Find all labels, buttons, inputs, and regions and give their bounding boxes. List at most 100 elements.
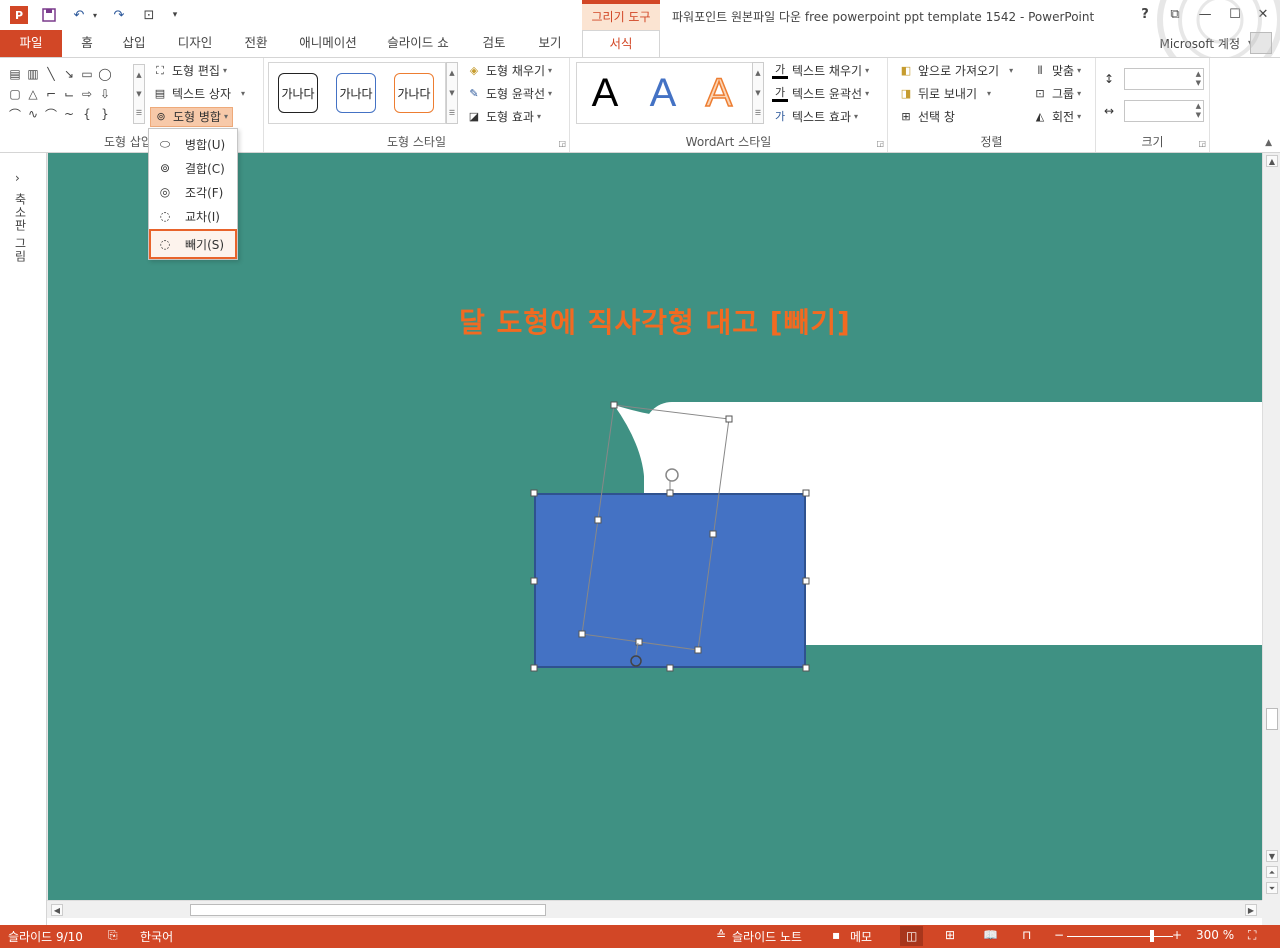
next-slide-icon[interactable]: ⏷ bbox=[1266, 882, 1278, 894]
shape-fill-button[interactable]: ◈ 도형 채우기 ▾ bbox=[466, 61, 552, 81]
merge-fragment-item[interactable]: ◎ 조각(F) bbox=[151, 181, 235, 203]
zoom-slider[interactable] bbox=[1067, 936, 1173, 937]
fit-to-window-icon[interactable]: ⛶ bbox=[1248, 928, 1256, 943]
zoom-level[interactable]: 300 % bbox=[1196, 928, 1234, 942]
right-arrow-shape-icon[interactable]: ⇨ bbox=[78, 84, 96, 104]
merge-combine-item[interactable]: ⊚ 결합(C) bbox=[151, 157, 235, 179]
scribble-shape-icon[interactable]: ∿ bbox=[24, 104, 42, 124]
comments-icon[interactable]: ▪ bbox=[832, 928, 840, 942]
redo-icon[interactable]: ↷ bbox=[110, 6, 128, 24]
tab-review[interactable]: 검토 bbox=[472, 30, 516, 57]
edit-shape-button[interactable]: ⛶ 도형 편집 ▾ bbox=[152, 61, 227, 81]
scroll-right-icon[interactable]: ▶ bbox=[1245, 904, 1257, 916]
slide-counter[interactable]: 슬라이드 9/10 bbox=[8, 928, 83, 945]
chevron-up-icon[interactable]: ▲ bbox=[136, 71, 141, 79]
customize-qat-icon[interactable]: ▾ bbox=[166, 6, 184, 24]
vertical-textbox-shape-icon[interactable]: ▥ bbox=[24, 64, 42, 84]
tab-format[interactable]: 서식 bbox=[582, 30, 660, 58]
vertical-scrollbar[interactable]: ▲ ▼ ⏶ ⏷ bbox=[1262, 153, 1280, 900]
more-icon[interactable]: ☰ bbox=[755, 109, 761, 117]
tab-view[interactable]: 보기 bbox=[528, 30, 572, 57]
dialog-launcher-icon[interactable]: ◲ bbox=[558, 139, 566, 148]
elbow-arrow-shape-icon[interactable]: ⌙ bbox=[60, 84, 78, 104]
tab-insert[interactable]: 삽입 bbox=[112, 30, 156, 57]
zoom-in-icon[interactable]: + bbox=[1172, 928, 1182, 942]
spin-icon[interactable]: ▲ ▼ bbox=[1196, 102, 1201, 120]
elbow-connector-shape-icon[interactable]: ⌐ bbox=[42, 84, 60, 104]
shape-width-input[interactable]: ▲ ▼ bbox=[1124, 100, 1204, 122]
chevron-up-icon[interactable]: ▲ bbox=[449, 69, 454, 77]
scroll-up-icon[interactable]: ▲ bbox=[1266, 155, 1278, 167]
horizontal-scroll-thumb[interactable] bbox=[190, 904, 546, 916]
shapes-gallery[interactable]: ▤ ▥ ╲ ↘ ▭ ◯ ▢ △ ⌐ ⌙ ⇨ ⇩ ⌒ ∿ ⌒ ~ { } bbox=[6, 64, 132, 124]
chevron-down-icon[interactable]: ▼ bbox=[755, 89, 760, 97]
scroll-left-icon[interactable]: ◀ bbox=[51, 904, 63, 916]
shape-effects-button[interactable]: ◪ 도형 효과 ▾ bbox=[466, 107, 541, 127]
language-indicator[interactable]: 한국어 bbox=[140, 928, 173, 945]
tab-design[interactable]: 디자인 bbox=[168, 30, 222, 57]
slideshow-view-icon[interactable]: ⊓ bbox=[1022, 928, 1031, 942]
shape-style-preset-3[interactable]: 가나다 bbox=[394, 73, 434, 113]
wordart-preset-blue[interactable]: A bbox=[638, 68, 688, 118]
reading-view-icon[interactable]: 📖 bbox=[983, 928, 998, 942]
group-button[interactable]: ⊡ 그룹 ▾ bbox=[1032, 84, 1081, 104]
vertical-scroll-thumb[interactable] bbox=[1266, 708, 1278, 730]
right-brace-shape-icon[interactable]: } bbox=[96, 104, 114, 124]
merge-union-item[interactable]: ⬭ 병합(U) bbox=[151, 133, 235, 155]
slideshow-start-icon[interactable]: ⊡ bbox=[140, 6, 158, 24]
spelling-check-icon[interactable]: ⎘ bbox=[108, 928, 118, 943]
shape-height-input[interactable]: ▲ ▼ bbox=[1124, 68, 1204, 90]
scroll-down-icon[interactable]: ▼ bbox=[1266, 850, 1278, 862]
undo-dropdown-icon[interactable]: ▾ bbox=[86, 6, 104, 24]
zoom-slider-knob[interactable] bbox=[1150, 930, 1154, 942]
line-shape-icon[interactable]: ╲ bbox=[42, 64, 60, 84]
triangle-shape-icon[interactable]: △ bbox=[24, 84, 42, 104]
shape-style-preset-1[interactable]: 가나다 bbox=[278, 73, 318, 113]
arrow-line-shape-icon[interactable]: ↘ bbox=[60, 64, 78, 84]
text-box-button[interactable]: ▤ 텍스트 상자 ▾ bbox=[152, 84, 245, 104]
merge-intersect-item[interactable]: ◌ 교차(I) bbox=[151, 205, 235, 227]
horizontal-scrollbar[interactable]: ◀ ▶ bbox=[47, 900, 1262, 918]
align-button[interactable]: ⫴ 맞춤 ▾ bbox=[1032, 61, 1081, 81]
chevron-down-icon[interactable]: ▼ bbox=[136, 90, 141, 98]
textbox-shape-icon[interactable]: ▤ bbox=[6, 64, 24, 84]
tab-slideshow[interactable]: 슬라이드 쇼 bbox=[378, 30, 458, 57]
text-fill-button[interactable]: 가 텍스트 채우기 ▾ bbox=[772, 61, 869, 81]
freeform-shape-icon[interactable]: ⌒ bbox=[6, 104, 24, 124]
normal-view-icon[interactable]: ◫ bbox=[900, 926, 924, 946]
expand-thumbnails-icon[interactable]: › bbox=[15, 171, 20, 185]
wordart-preset-black[interactable]: A bbox=[580, 68, 630, 118]
text-outline-button[interactable]: 가 텍스트 윤곽선 ▾ bbox=[772, 84, 869, 104]
send-backward-button[interactable]: ◨ 뒤로 보내기 ▾ bbox=[898, 84, 991, 104]
rotate-button[interactable]: ◭ 회전 ▾ bbox=[1032, 107, 1081, 127]
shape-style-gallery-scroll[interactable]: ▲ ▼ ☰ bbox=[446, 62, 458, 124]
shapes-gallery-scroll[interactable]: ▲ ▼ ☰ bbox=[133, 64, 145, 124]
spin-icon[interactable]: ▲ ▼ bbox=[1196, 70, 1201, 88]
chevron-down-icon[interactable]: ▼ bbox=[449, 89, 454, 97]
left-brace-shape-icon[interactable]: { bbox=[78, 104, 96, 124]
text-effects-button[interactable]: 가 텍스트 효과 ▾ bbox=[772, 107, 858, 127]
tab-animations[interactable]: 애니메이션 bbox=[290, 30, 366, 57]
thumbnail-pane-label[interactable]: 축소판 그림 bbox=[12, 193, 29, 263]
notes-button[interactable]: 슬라이드 노트 bbox=[732, 928, 802, 945]
merge-subtract-item[interactable]: ◌ 빼기(S) bbox=[149, 229, 237, 259]
rectangle-shape-icon[interactable]: ▭ bbox=[78, 64, 96, 84]
save-icon[interactable] bbox=[40, 6, 58, 24]
slide[interactable]: 달 도형에 직사각형 대고 [빼기] bbox=[48, 153, 1262, 900]
comments-button[interactable]: 메모 bbox=[850, 928, 872, 945]
tab-home[interactable]: 홈 bbox=[70, 30, 104, 57]
shape-style-preset-2[interactable]: 가나다 bbox=[336, 73, 376, 113]
arc-shape-icon[interactable]: ⌒ bbox=[42, 104, 60, 124]
tab-transitions[interactable]: 전환 bbox=[234, 30, 278, 57]
zoom-out-icon[interactable]: − bbox=[1054, 928, 1064, 942]
collapse-ribbon-icon[interactable]: ▲ bbox=[1265, 138, 1272, 148]
down-arrow-shape-icon[interactable]: ⇩ bbox=[96, 84, 114, 104]
wordart-gallery-scroll[interactable]: ▲ ▼ ☰ bbox=[752, 62, 764, 124]
notes-icon[interactable]: ≙ bbox=[716, 928, 726, 942]
bring-forward-button[interactable]: ◧ 앞으로 가져오기 ▾ bbox=[898, 61, 1013, 81]
previous-slide-icon[interactable]: ⏶ bbox=[1266, 866, 1278, 878]
dialog-launcher-icon[interactable]: ◲ bbox=[1198, 139, 1206, 148]
merge-shapes-button[interactable]: ⊚ 도형 병합 ▾ bbox=[150, 107, 233, 127]
selection-pane-button[interactable]: ⊞ 선택 창 bbox=[898, 107, 955, 127]
oval-shape-icon[interactable]: ◯ bbox=[96, 64, 114, 84]
